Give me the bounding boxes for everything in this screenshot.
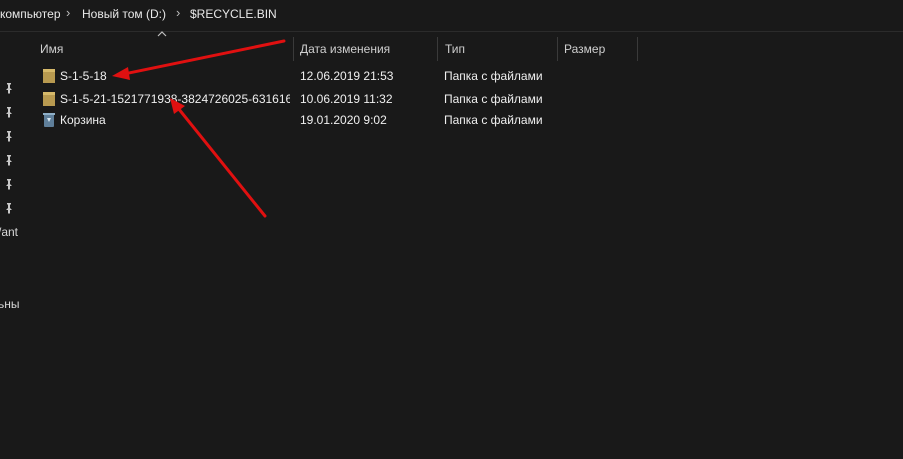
nav-item-partial[interactable]: /ant [0,225,18,239]
file-row[interactable]: Корзина 19.01.2020 9:02 Папка с файлами [36,110,636,131]
pin-icon[interactable] [3,202,15,214]
column-header-name[interactable]: Имя [32,37,292,61]
file-date-modified: 10.06.2019 11:32 [300,92,393,106]
sort-ascending-icon [157,31,167,37]
column-header-type-label: Тип [445,42,466,56]
address-bar[interactable]: компьютер › Новый том (D:) › $RECYCLE.BI… [0,0,903,32]
pin-icon[interactable] [3,178,15,190]
file-type: Папка с файлами [444,113,543,127]
file-name[interactable]: S-1-5-21-1521771938-3824726025-631616... [60,92,290,106]
file-type: Папка с файлами [444,69,543,83]
column-header-size[interactable]: Размер [558,37,636,61]
pin-icon[interactable] [3,130,15,142]
file-date-modified: 19.01.2020 9:02 [300,113,387,127]
breadcrumb-computer[interactable]: компьютер [0,7,61,21]
pin-icon[interactable] [3,82,15,94]
file-date-modified: 12.06.2019 21:53 [300,69,394,83]
file-row[interactable]: S-1-5-21-1521771938-3824726025-631616...… [36,89,636,110]
breadcrumb-recycle-bin-folder[interactable]: $RECYCLE.BIN [190,7,277,21]
folder-icon [43,92,55,106]
column-header-name-label: Имя [40,42,64,56]
pin-icon[interactable] [3,154,15,166]
column-header-type[interactable]: Тип [438,37,556,61]
file-name[interactable]: S-1-5-18 [60,69,290,83]
navigation-pane[interactable]: /ant ьны [0,32,22,459]
column-header-date[interactable]: Дата изменения [294,37,436,61]
file-row[interactable]: S-1-5-18 12.06.2019 21:53 Папка с файлам… [36,66,636,87]
column-header-size-label: Размер [564,42,606,56]
breadcrumb-chevron-icon[interactable]: › [66,5,70,20]
column-divider[interactable] [637,37,638,61]
recycle-bin-icon [43,113,55,127]
file-name[interactable]: Корзина [60,113,290,127]
folder-icon [43,69,55,83]
column-header-date-label: Дата изменения [300,42,391,56]
file-type: Папка с файлами [444,92,543,106]
pin-icon[interactable] [3,106,15,118]
breadcrumb-chevron-icon[interactable]: › [176,5,180,20]
breadcrumb-drive-d[interactable]: Новый том (D:) [82,7,166,21]
nav-item-partial[interactable]: ьны [0,297,20,311]
